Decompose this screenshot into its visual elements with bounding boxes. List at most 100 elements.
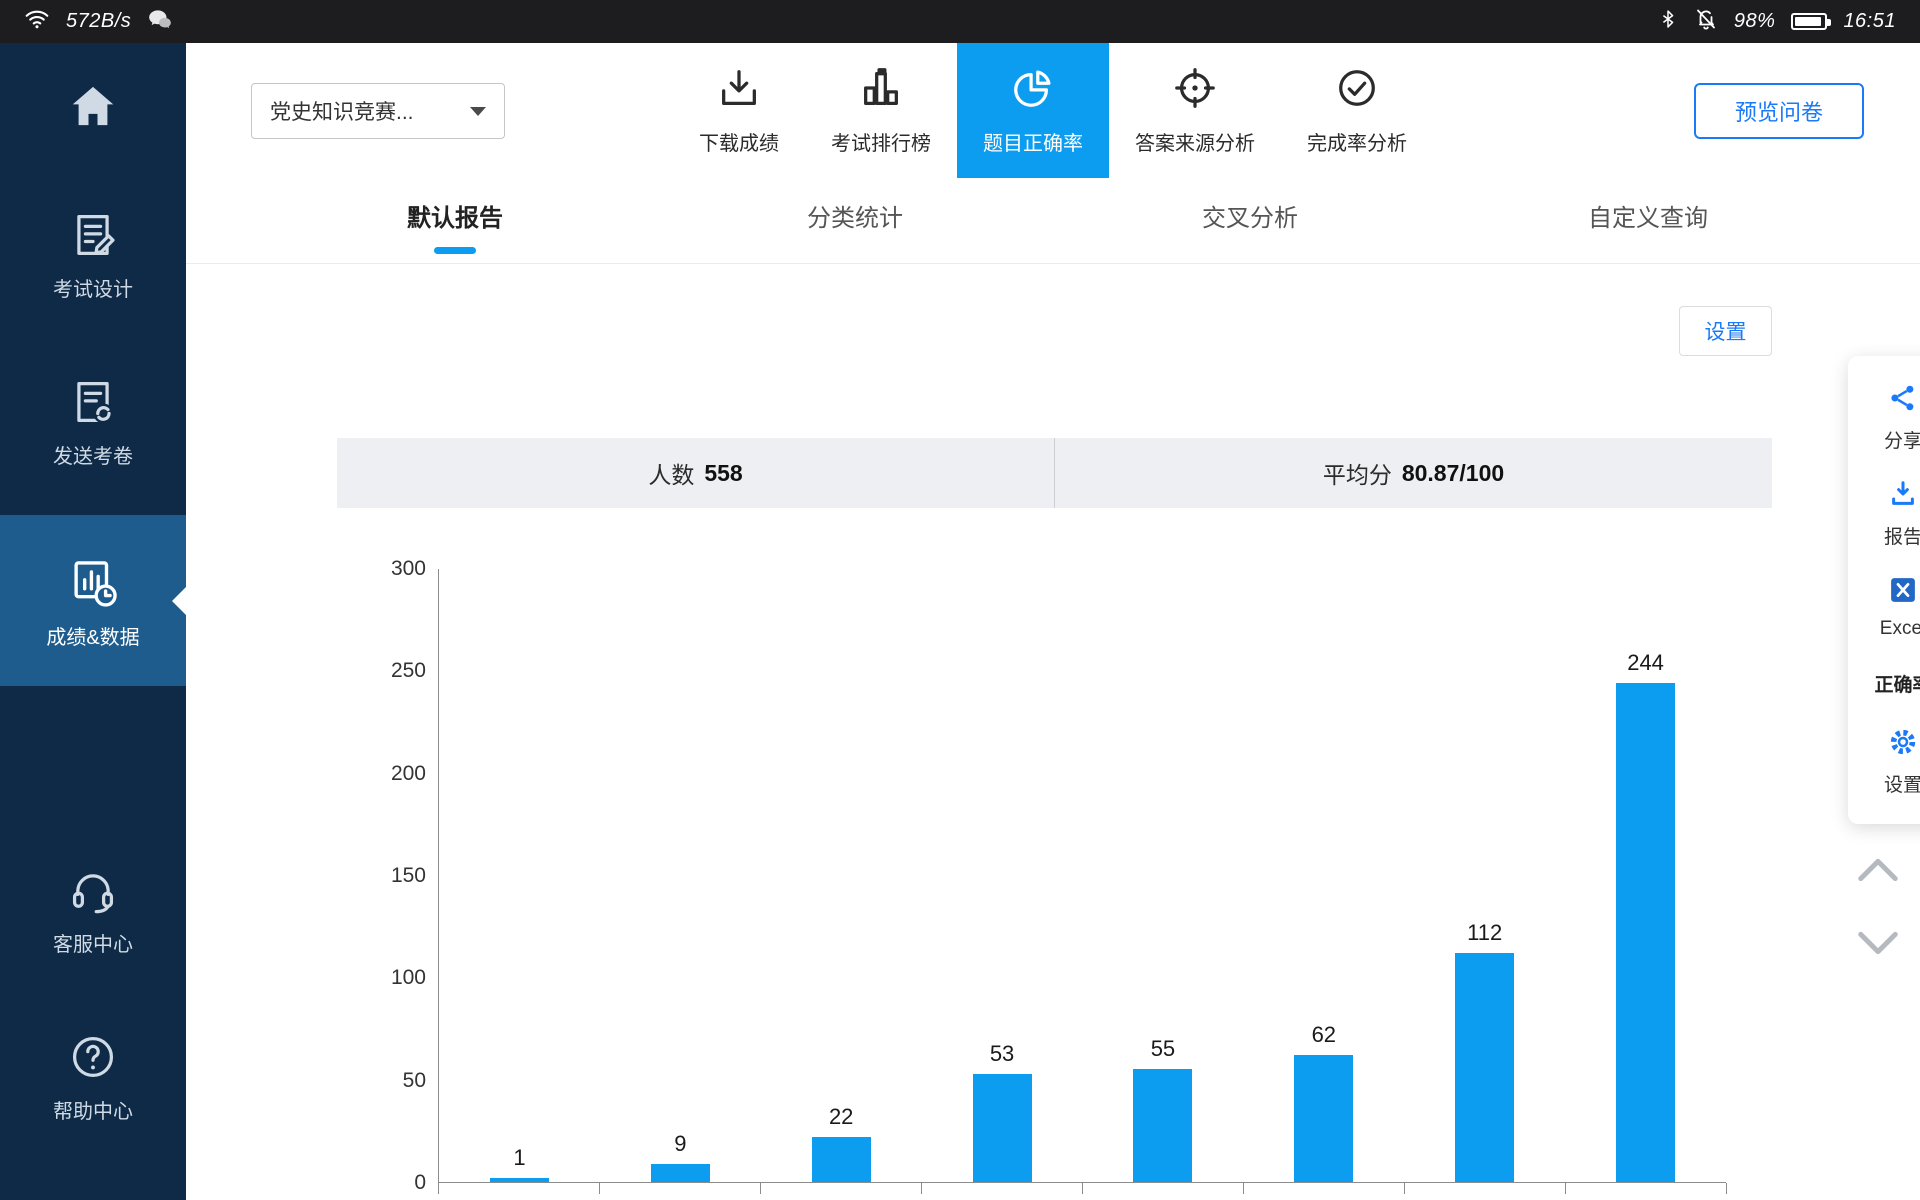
battery-icon (1791, 13, 1827, 30)
report-tab-label: 分类统计 (807, 198, 903, 233)
panel-item-label: 分享 (1884, 426, 1920, 453)
excel-export-button[interactable]: Excel (1848, 562, 1920, 653)
chevron-up-icon (1855, 854, 1901, 887)
notifications-muted-icon (1694, 7, 1718, 37)
x-tick (1243, 1183, 1244, 1194)
bar-slot: 53 (922, 569, 1083, 1182)
scroll-down-button[interactable] (1848, 915, 1908, 975)
sidebar-item-label: 成绩&数据 (46, 621, 139, 650)
bar (1455, 953, 1514, 1182)
tab-label: 下载成绩 (699, 127, 779, 156)
top-toolbar: 党史知识竞赛... 下载成绩 考试排行榜 (186, 43, 1920, 178)
x-tick (1404, 1183, 1405, 1194)
panel-item-label: 设置 (1884, 770, 1920, 797)
bar-value-label: 9 (674, 1131, 686, 1157)
sidebar: 考试设计 发送考卷 成绩&数据 (0, 43, 186, 1200)
sidebar-item-help-center[interactable]: 帮助中心 (0, 1003, 186, 1148)
sidebar-item-label: 帮助中心 (53, 1095, 133, 1124)
sidebar-item-customer-service[interactable]: 客服中心 (0, 836, 186, 981)
tab-exam-ranking[interactable]: 考试排行榜 (805, 43, 957, 178)
bar-slot: 9 (600, 569, 761, 1182)
bar-chart-plot: 1922535562112244 (438, 569, 1726, 1183)
y-axis-labels: 300250200150100500 (346, 569, 426, 1183)
bluetooth-icon (1658, 7, 1678, 37)
headset-icon (67, 864, 119, 916)
bar-slot: 22 (761, 569, 922, 1182)
scroll-up-button[interactable] (1848, 840, 1908, 900)
bar (651, 1164, 710, 1182)
bar (1616, 683, 1675, 1182)
panel-item-label: Excel (1880, 618, 1920, 640)
chevron-down-icon (1855, 929, 1901, 962)
report-tab-label: 自定义查询 (1588, 198, 1708, 233)
tab-underline (834, 247, 876, 254)
count-label: 人数 (648, 456, 694, 490)
bar-value-label: 55 (1151, 1036, 1175, 1062)
x-tick (921, 1183, 922, 1194)
survey-selector-dropdown[interactable]: 党史知识竞赛... (251, 83, 505, 139)
sidebar-item-home[interactable] (0, 49, 186, 159)
accuracy-rate-item[interactable]: 正确率 (1848, 653, 1920, 714)
tab-download-scores[interactable]: 下载成绩 (673, 43, 805, 178)
battery-percent: 98% (1734, 10, 1776, 33)
sidebar-item-label: 发送考卷 (53, 440, 133, 469)
clock: 16:51 (1843, 10, 1896, 33)
sidebar-item-send-exam[interactable]: 发送考卷 (0, 348, 186, 493)
report-download-button[interactable]: 报告 (1848, 466, 1920, 562)
wechat-icon (147, 6, 173, 38)
bar (1294, 1055, 1353, 1182)
check-circle-icon (1334, 65, 1380, 117)
bar-slot: 55 (1083, 569, 1244, 1182)
count-value: 558 (704, 460, 742, 487)
sidebar-item-exam-design[interactable]: 考试设计 (0, 181, 186, 326)
tab-completion-rate-analysis[interactable]: 完成率分析 (1281, 43, 1433, 178)
status-left: 572B/s (24, 6, 173, 38)
status-bar: 572B/s 98% 16:51 (0, 0, 1920, 43)
bar (490, 1178, 549, 1182)
tab-question-accuracy[interactable]: 题目正确率 (957, 43, 1109, 178)
x-tick (599, 1183, 600, 1194)
scores-data-icon (66, 555, 120, 609)
bar (1133, 1069, 1192, 1182)
tab-answer-source-analysis[interactable]: 答案来源分析 (1109, 43, 1281, 178)
share-icon (1888, 383, 1918, 419)
floating-action-panel: 分享 报告 Excel 正确率 (1848, 356, 1920, 824)
bar-value-label: 1 (513, 1145, 525, 1171)
preview-questionnaire-button[interactable]: 预览问卷 (1694, 83, 1864, 139)
tab-category-statistics[interactable]: 分类统计 (807, 178, 903, 254)
exam-design-icon (67, 209, 119, 261)
survey-selector-label: 党史知识竞赛... (270, 96, 414, 126)
wifi-icon (24, 6, 50, 38)
tab-default-report[interactable]: 默认报告 (407, 178, 503, 254)
pie-chart-icon (1010, 65, 1056, 117)
summary-bar: 人数 558 平均分 80.87/100 (337, 438, 1772, 508)
tab-underline (1229, 247, 1271, 254)
bar (812, 1137, 871, 1182)
tab-cross-analysis[interactable]: 交叉分析 (1202, 178, 1298, 254)
x-tick (1726, 1183, 1727, 1194)
report-tab-label: 交叉分析 (1202, 198, 1298, 233)
tab-label: 题目正确率 (983, 127, 1083, 156)
bar-slot: 62 (1243, 569, 1404, 1182)
bar-value-label: 53 (990, 1041, 1014, 1067)
caret-down-icon (470, 107, 486, 116)
x-tick (760, 1183, 761, 1194)
bar-value-label: 112 (1467, 920, 1502, 946)
help-circle-icon (67, 1031, 119, 1083)
tab-underline (1627, 247, 1669, 254)
network-speed: 572B/s (66, 10, 131, 33)
share-button[interactable]: 分享 (1848, 370, 1920, 466)
home-icon (66, 79, 120, 133)
sidebar-item-scores-data[interactable]: 成绩&数据 (0, 515, 186, 686)
sidebar-item-label: 客服中心 (53, 928, 133, 957)
panel-settings-button[interactable]: 设置 (1848, 714, 1920, 810)
average-label: 平均分 (1323, 456, 1392, 490)
download-report-icon (1888, 479, 1918, 515)
tab-custom-query[interactable]: 自定义查询 (1588, 178, 1708, 254)
chart-settings-button[interactable]: 设置 (1679, 306, 1772, 356)
participant-count: 人数 558 (337, 438, 1054, 508)
bar-value-label: 22 (829, 1104, 853, 1130)
bar-slot: 1 (439, 569, 600, 1182)
active-tab-underline (434, 247, 476, 254)
gear-icon (1888, 727, 1918, 763)
